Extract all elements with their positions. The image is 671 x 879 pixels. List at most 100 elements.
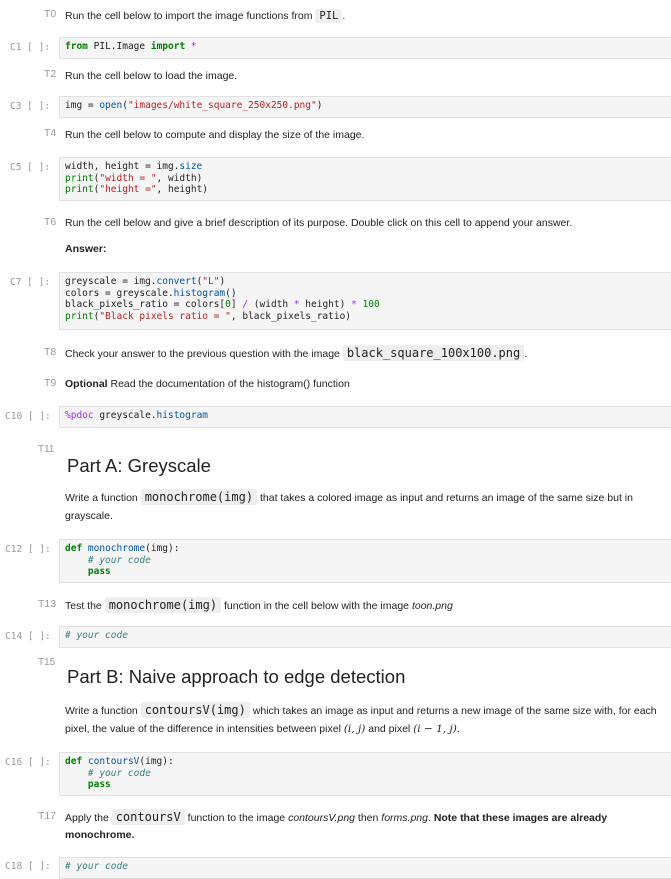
cell-tag: T11	[38, 444, 55, 455]
code-token: # your code	[87, 554, 151, 566]
cell-text: Apply the contoursV function to the imag…	[65, 809, 607, 826]
inline-code: monochrome(img)	[104, 597, 222, 613]
code-cell-c5[interactable]: C5 [ ]: width, height = img.size print("…	[0, 157, 671, 201]
answer-bold: Answer:	[65, 243, 107, 255]
text-part: .	[427, 812, 431, 824]
code-token: ()	[225, 287, 237, 299]
code-cell-c1[interactable]: C1 [ ]: from PIL.Image import *	[0, 37, 671, 59]
code-editor[interactable]: from PIL.Image import *	[59, 37, 671, 59]
text-part: .	[456, 723, 460, 735]
text-cell-t6[interactable]: T6 Run the cell below and give a brief d…	[0, 212, 671, 262]
code-token: histogram	[173, 287, 226, 299]
code-token: width, height = img.	[65, 161, 180, 172]
code-token: print	[65, 310, 94, 322]
code-editor[interactable]: width, height = img.size print("width = …	[59, 157, 671, 201]
text-cell-t17[interactable]: T17 Apply the contoursV function to the …	[0, 806, 671, 846]
text-part: and pixel	[368, 723, 411, 735]
cell-prompt: C5 [ ]:	[10, 162, 51, 173]
cell-text: Check your answer to the previous questi…	[65, 345, 527, 362]
text-part: Test the	[65, 600, 102, 612]
code-token: (img):	[139, 756, 174, 767]
inline-code: contoursV	[111, 809, 185, 825]
text-part: Write a function	[65, 492, 138, 504]
text-cell-t13[interactable]: T13 Test the monochrome(img) function in…	[0, 594, 671, 616]
code-cell-c16[interactable]: C16 [ ]: def contoursV(img): # your code…	[0, 752, 671, 796]
code-token: , height)	[156, 184, 209, 195]
text-cell-t11[interactable]: T11 Part A: Greyscale Write a function m…	[0, 444, 671, 530]
code-token: %pdoc	[65, 410, 94, 421]
code-token: from	[65, 41, 88, 52]
text-part: then	[357, 812, 379, 824]
code-cell-c18[interactable]: C18 [ ]: # your code	[0, 857, 671, 879]
math-expr: (i, j)	[343, 723, 366, 735]
cell-text: Optional Read the documentation of the h…	[65, 376, 350, 392]
cell-tag: T2	[44, 68, 57, 80]
code-token: # your code	[65, 861, 128, 872]
code-cell-c14[interactable]: C14 [ ]: # your code	[0, 626, 671, 648]
cell-tag: T17	[38, 810, 57, 822]
code-cell-c12[interactable]: C12 [ ]: def monochrome(img): # your cod…	[0, 539, 671, 583]
code-editor[interactable]: greyscale = img.convert("L") colors = gr…	[59, 272, 671, 330]
code-cell-c7[interactable]: C7 [ ]: greyscale = img.convert("L") col…	[0, 272, 671, 330]
code-token: monochrome	[87, 543, 146, 554]
code-token: "L"	[202, 276, 220, 287]
bold-text: monochrome.	[65, 829, 135, 841]
cell-prompt: C12 [ ]:	[5, 544, 51, 555]
code-token: # your code	[87, 767, 151, 779]
cell-tag: T8	[44, 346, 57, 358]
code-editor[interactable]: %pdoc greyscale.histogram	[59, 406, 671, 428]
cell-tag: T13	[38, 598, 57, 610]
code-editor[interactable]: # your code	[59, 626, 671, 648]
code-token: *	[190, 41, 197, 52]
cell-text: Run the cell below to load the image.	[65, 70, 238, 82]
code-cell-c3[interactable]: C3 [ ]: img = open("images/white_square_…	[0, 96, 671, 118]
code-editor[interactable]: def contoursV(img): # your code pass	[59, 752, 671, 796]
code-editor[interactable]: def monochrome(img): # your code pass	[59, 539, 671, 583]
inline-code: PIL	[315, 9, 343, 23]
text-part: Check your answer to the previous questi…	[65, 348, 340, 360]
section-heading: Part A: Greyscale	[67, 455, 211, 476]
text-cell-t4[interactable]: T4 Run the cell below to compute and dis…	[0, 125, 671, 145]
code-editor[interactable]: # your code	[59, 857, 671, 879]
text-part: .	[342, 10, 346, 22]
cell-prompt: C16 [ ]:	[5, 757, 51, 768]
code-token: black_pixels_ratio = colors[	[65, 299, 226, 310]
code-token: PIL.Image	[93, 41, 146, 52]
italic-text: forms.png	[381, 812, 428, 824]
code-token: histogram	[156, 410, 209, 421]
code-token: contoursV	[87, 756, 140, 767]
text-cell-t2[interactable]: T2 Run the cell below to load the image.	[0, 66, 671, 86]
section-heading: Part B: Naive approach to edge detection	[67, 666, 406, 687]
text-cell-t15[interactable]: T15 Part B: Naive approach to edge detec…	[0, 657, 671, 743]
code-token: print	[65, 172, 94, 184]
code-token: )	[219, 276, 226, 287]
text-part: pixel, the value of the difference in in…	[65, 723, 341, 735]
code-token: height)	[299, 299, 352, 310]
text-part: Write a function	[65, 705, 138, 717]
inline-code: contoursV(img)	[140, 702, 250, 718]
code-cell-c10[interactable]: C10 [ ]: %pdoc greyscale.histogram	[0, 406, 671, 428]
code-token: , width)	[156, 172, 203, 184]
code-token: 100	[362, 299, 380, 310]
text-cell-t8[interactable]: T8 Check your answer to the previous que…	[0, 342, 671, 364]
code-token: greyscale.	[93, 410, 157, 421]
code-token: ]	[230, 299, 243, 310]
text-part: which takes an image as input and return…	[252, 705, 657, 717]
text-part: Read the documentation of the histogram(…	[107, 378, 350, 390]
inline-code: black_square_100x100.png	[342, 345, 525, 361]
cell-prompt: C1 [ ]:	[10, 42, 51, 53]
code-token: pass	[87, 566, 111, 577]
text-cell-t9[interactable]: T9 Optional Read the documentation of th…	[0, 374, 671, 394]
code-token: (width	[248, 299, 294, 310]
cell-tag: T15	[38, 657, 56, 668]
math-expr: (i − 1, j)	[413, 723, 457, 735]
cell-tag: T9	[44, 377, 57, 389]
code-editor[interactable]: img = open("images/white_square_250x250.…	[59, 96, 671, 118]
text-cell-t0[interactable]: T0 Run the cell below to import the imag…	[0, 6, 671, 26]
cell-text-cont: monochrome.	[65, 827, 134, 843]
code-token: "width = "	[99, 172, 157, 184]
cell-tag: T6	[44, 216, 57, 228]
cell-text: Run the cell below to compute and displa…	[65, 129, 365, 141]
cell-tag: T0	[44, 8, 57, 20]
cell-prompt: C7 [ ]:	[10, 277, 51, 288]
